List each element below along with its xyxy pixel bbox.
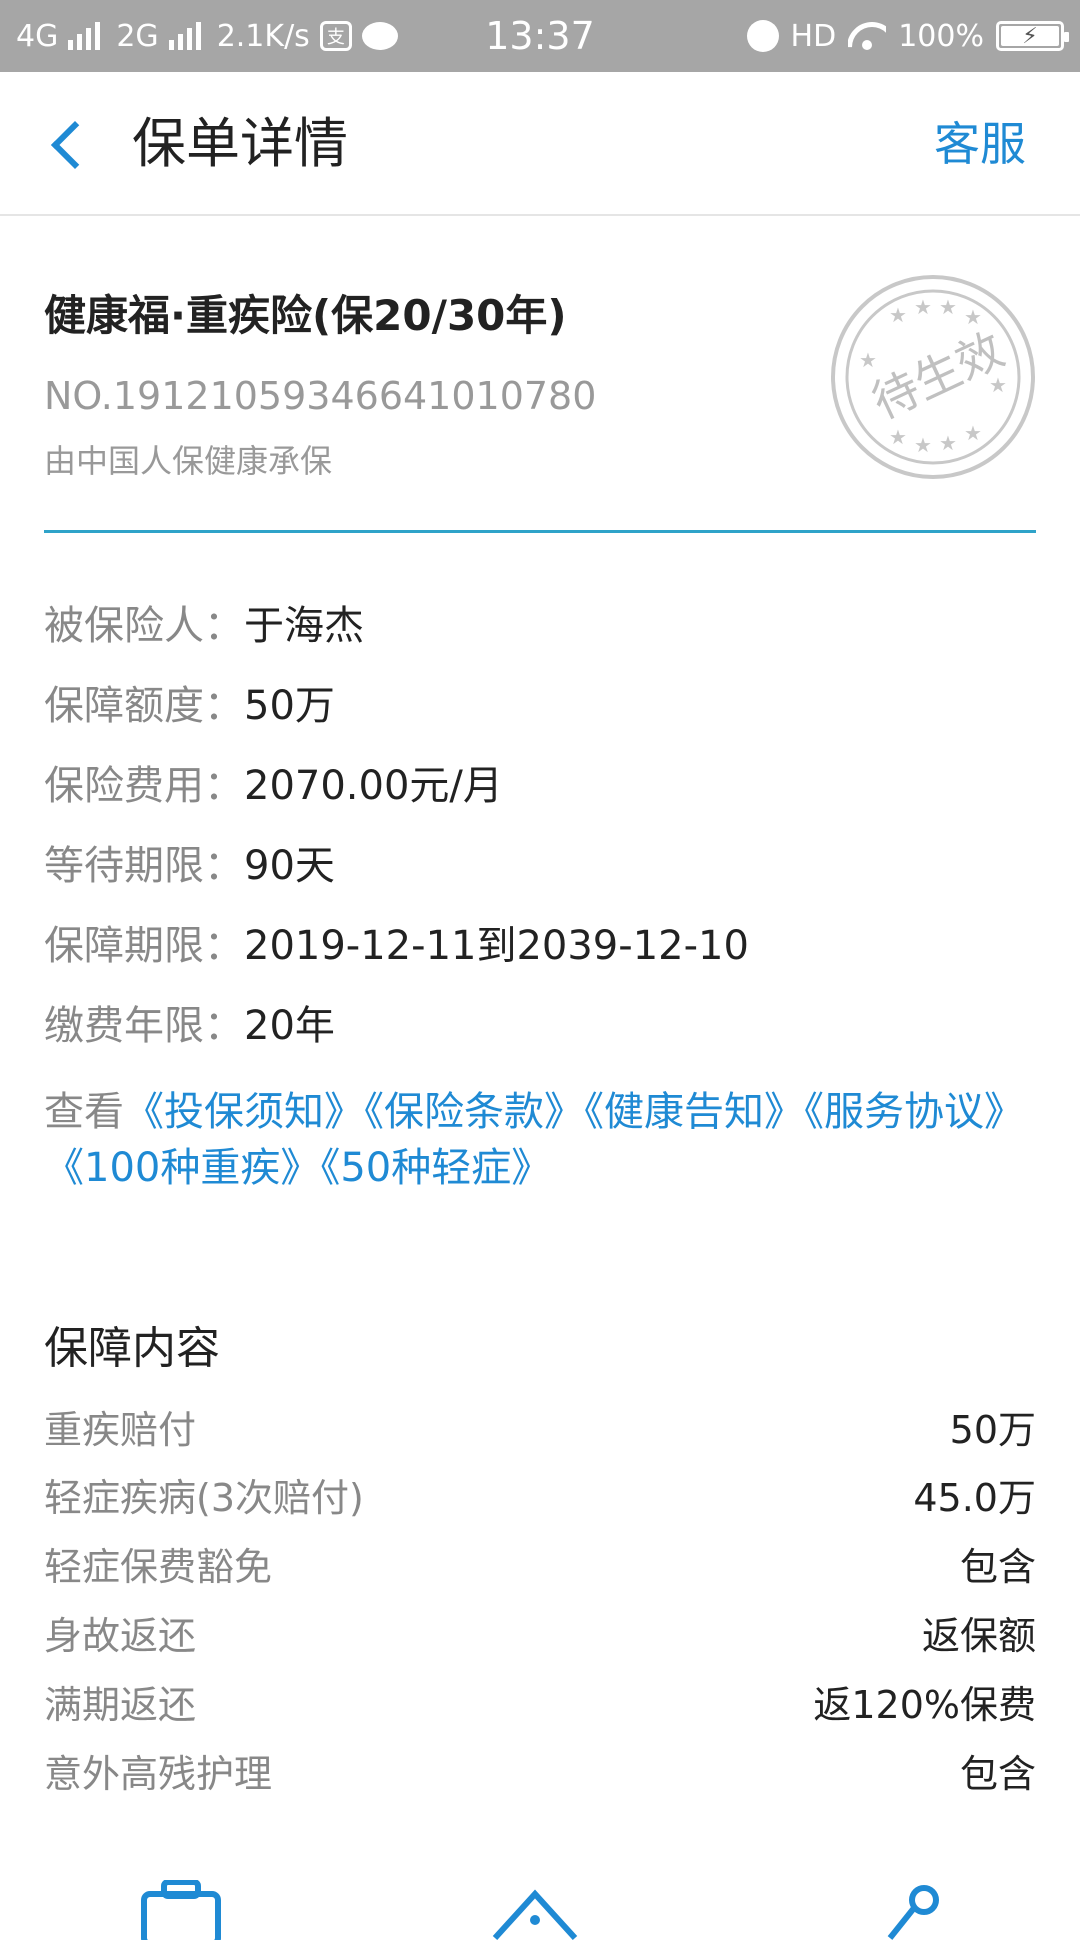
app-header: 保单详情 客服 — [0, 72, 1080, 216]
pending-stamp-icon: ★ ★ ★ ★ ★★ ★ ★ ★ ★ 待生效 — [831, 275, 1035, 479]
coverage-name: 轻症保费豁免 — [44, 1545, 273, 1589]
briefcase-icon[interactable] — [136, 1880, 226, 1940]
customer-service-button[interactable]: 客服 — [934, 72, 1026, 216]
policy-name: 健康福·重疾险(保20/30年) — [44, 291, 567, 340]
status-right: HD 100% ⚡ — [746, 0, 1069, 72]
svg-text:★: ★ — [914, 433, 932, 457]
link-service-agreement[interactable]: 《服务协议》 — [804, 1089, 1024, 1135]
coverage-value: 45.0万 — [913, 1476, 1036, 1520]
status-bar: 4G 2G 2.1K/s 支 13:37 HD 100% ⚡ — [0, 0, 1080, 72]
coverage-value: 50万 — [949, 1408, 1036, 1452]
coverage-value: 返120%保费 — [813, 1683, 1036, 1727]
info-label: 缴费年限： — [44, 1003, 244, 1049]
coverage-row: 重疾赔付 50万 — [44, 1402, 1036, 1458]
coverage-title: 保障内容 — [44, 1323, 220, 1374]
link-50-mild-illnesses[interactable]: 《50种轻症》 — [320, 1145, 551, 1191]
hd-label: HD — [790, 18, 837, 54]
policy-insurer: 由中国人保健康承保 — [44, 442, 333, 480]
info-value: 2070.00元/月 — [244, 763, 503, 809]
coverage-name: 满期返还 — [44, 1683, 197, 1727]
info-value: 90天 — [244, 843, 335, 889]
info-label: 等待期限： — [44, 843, 244, 889]
info-row-coverage-period: 保障期限： 2019-12-11到2039-12-10 — [44, 918, 749, 974]
info-label: 被保险人： — [44, 603, 244, 649]
info-value: 20年 — [244, 1003, 335, 1049]
coverage-value: 包含 — [959, 1545, 1036, 1589]
coverage-name: 身故返还 — [44, 1614, 197, 1658]
home-icon[interactable] — [490, 1880, 580, 1940]
info-value: 50万 — [244, 683, 335, 729]
link-100-critical-illnesses[interactable]: 《100种重疾》 — [44, 1145, 320, 1191]
coverage-value: 包含 — [959, 1752, 1036, 1796]
battery-percent: 100% — [898, 18, 984, 54]
wifi-icon — [848, 22, 886, 50]
link-insurance-notice[interactable]: 《投保须知》 — [124, 1089, 364, 1135]
info-row-waiting-period: 等待期限： 90天 — [44, 838, 335, 894]
info-row-payment-years: 缴费年限： 20年 — [44, 998, 335, 1054]
svg-text:★: ★ — [964, 305, 982, 329]
link-health-declaration[interactable]: 《健康告知》 — [584, 1089, 804, 1135]
info-value: 2019-12-11到2039-12-10 — [244, 923, 749, 969]
svg-text:★: ★ — [914, 295, 932, 319]
coverage-row: 轻症疾病(3次赔付) 45.0万 — [44, 1470, 1036, 1526]
documents-prefix: 查看 — [44, 1089, 124, 1135]
link-policy-terms[interactable]: 《保险条款》 — [364, 1089, 584, 1135]
stamp-text: 待生效 — [864, 322, 1012, 429]
info-row-premium: 保险费用： 2070.00元/月 — [44, 758, 503, 814]
back-arrow-icon[interactable] — [48, 122, 88, 170]
coverage-row: 身故返还 返保额 — [44, 1608, 1036, 1664]
coverage-row: 轻症保费豁免 包含 — [44, 1539, 1036, 1595]
section-divider — [44, 530, 1036, 533]
coverage-name: 重疾赔付 — [44, 1408, 197, 1452]
info-row-coverage-amount: 保障额度： 50万 — [44, 678, 335, 734]
info-label: 保障期限： — [44, 923, 244, 969]
battery-icon: ⚡ — [996, 21, 1069, 51]
page-title: 保单详情 — [132, 112, 348, 175]
share-icon[interactable] — [870, 1880, 960, 1940]
svg-text:★: ★ — [939, 431, 957, 455]
svg-text:★: ★ — [889, 425, 907, 449]
info-value: 于海杰 — [244, 603, 364, 649]
coverage-name: 轻症疾病(3次赔付) — [44, 1476, 364, 1520]
info-row-insured: 被保险人： 于海杰 — [44, 598, 364, 654]
policy-number: NO.19121059346641010780 — [44, 374, 597, 418]
document-links: 查看《投保须知》《保险条款》《健康告知》《服务协议》《100种重疾》《50种轻症… — [44, 1084, 1036, 1196]
info-label: 保险费用： — [44, 763, 244, 809]
svg-text:★: ★ — [939, 295, 957, 319]
alarm-icon — [746, 20, 779, 52]
svg-text:★: ★ — [859, 348, 877, 372]
svg-text:★: ★ — [964, 421, 982, 445]
info-label: 保障额度： — [44, 683, 244, 729]
coverage-name: 意外高残护理 — [44, 1752, 273, 1796]
coverage-value: 返保额 — [921, 1614, 1036, 1658]
coverage-row: 意外高残护理 包含 — [44, 1746, 1036, 1802]
coverage-row: 满期返还 返120%保费 — [44, 1677, 1036, 1733]
svg-text:★: ★ — [889, 303, 907, 327]
